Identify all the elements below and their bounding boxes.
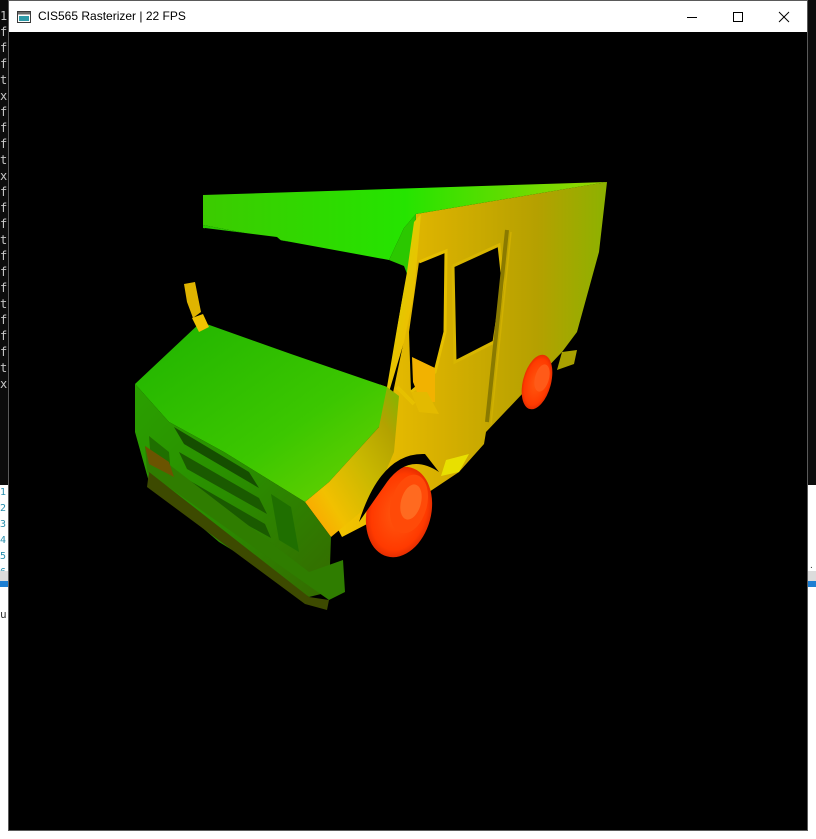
window-app-icon: [17, 10, 31, 23]
rendered-truck-model: [135, 182, 607, 610]
close-icon: [778, 11, 790, 22]
minimize-icon: [687, 16, 697, 18]
title-bar[interactable]: CIS565 Rasterizer | 22 FPS: [9, 1, 807, 32]
maximize-icon: [733, 11, 743, 22]
close-button[interactable]: [761, 1, 807, 32]
rasterizer-window: CIS565 Rasterizer | 22 FPS: [8, 0, 808, 831]
render-viewport[interactable]: [9, 32, 807, 830]
window-title: CIS565 Rasterizer | 22 FPS: [38, 9, 186, 23]
minimize-button[interactable]: [669, 1, 715, 32]
editor-ellipsis: .: [810, 560, 813, 571]
maximize-button[interactable]: [715, 1, 761, 32]
editor-row-char: u: [0, 608, 7, 621]
